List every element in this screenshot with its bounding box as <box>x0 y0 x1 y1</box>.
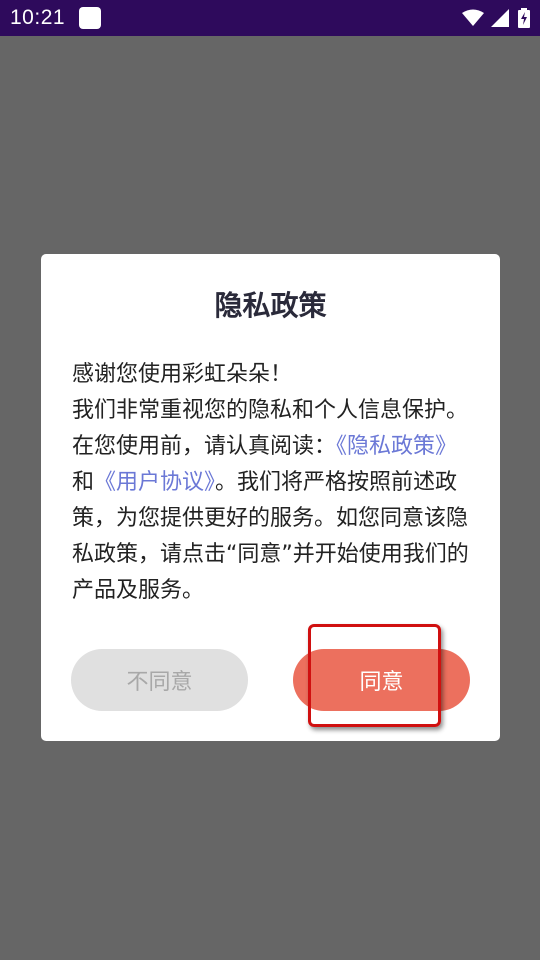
signal-icon <box>491 9 509 27</box>
privacy-policy-link[interactable]: 《隐私政策》 <box>336 434 457 459</box>
status-bar: 10:21 <box>0 0 540 36</box>
dialog-body: 感谢您使用彩虹朵朵！ 我们非常重视您的隐私和个人信息保护。在您使用前，请认真阅读：… <box>72 357 470 609</box>
battery-charging-icon <box>518 8 530 28</box>
dialog-title: 隐私政策 <box>214 289 327 322</box>
wifi-icon <box>462 9 484 26</box>
highlight-box <box>308 624 441 727</box>
decline-button[interactable]: 不同意 <box>71 649 248 711</box>
and-text: 和 <box>72 470 95 495</box>
status-time: 10:21 <box>10 6 66 29</box>
user-agreement-link[interactable]: 《用户协议》 <box>94 470 215 495</box>
app-notification-icon <box>79 7 101 29</box>
screen: 10:21 隐私政策 感谢您使用彩虹朵朵！ 我们非常重视您的隐私和个人信息保护。在… <box>0 0 540 960</box>
greeting-text: 感谢您使用彩虹朵朵！ <box>72 362 293 387</box>
